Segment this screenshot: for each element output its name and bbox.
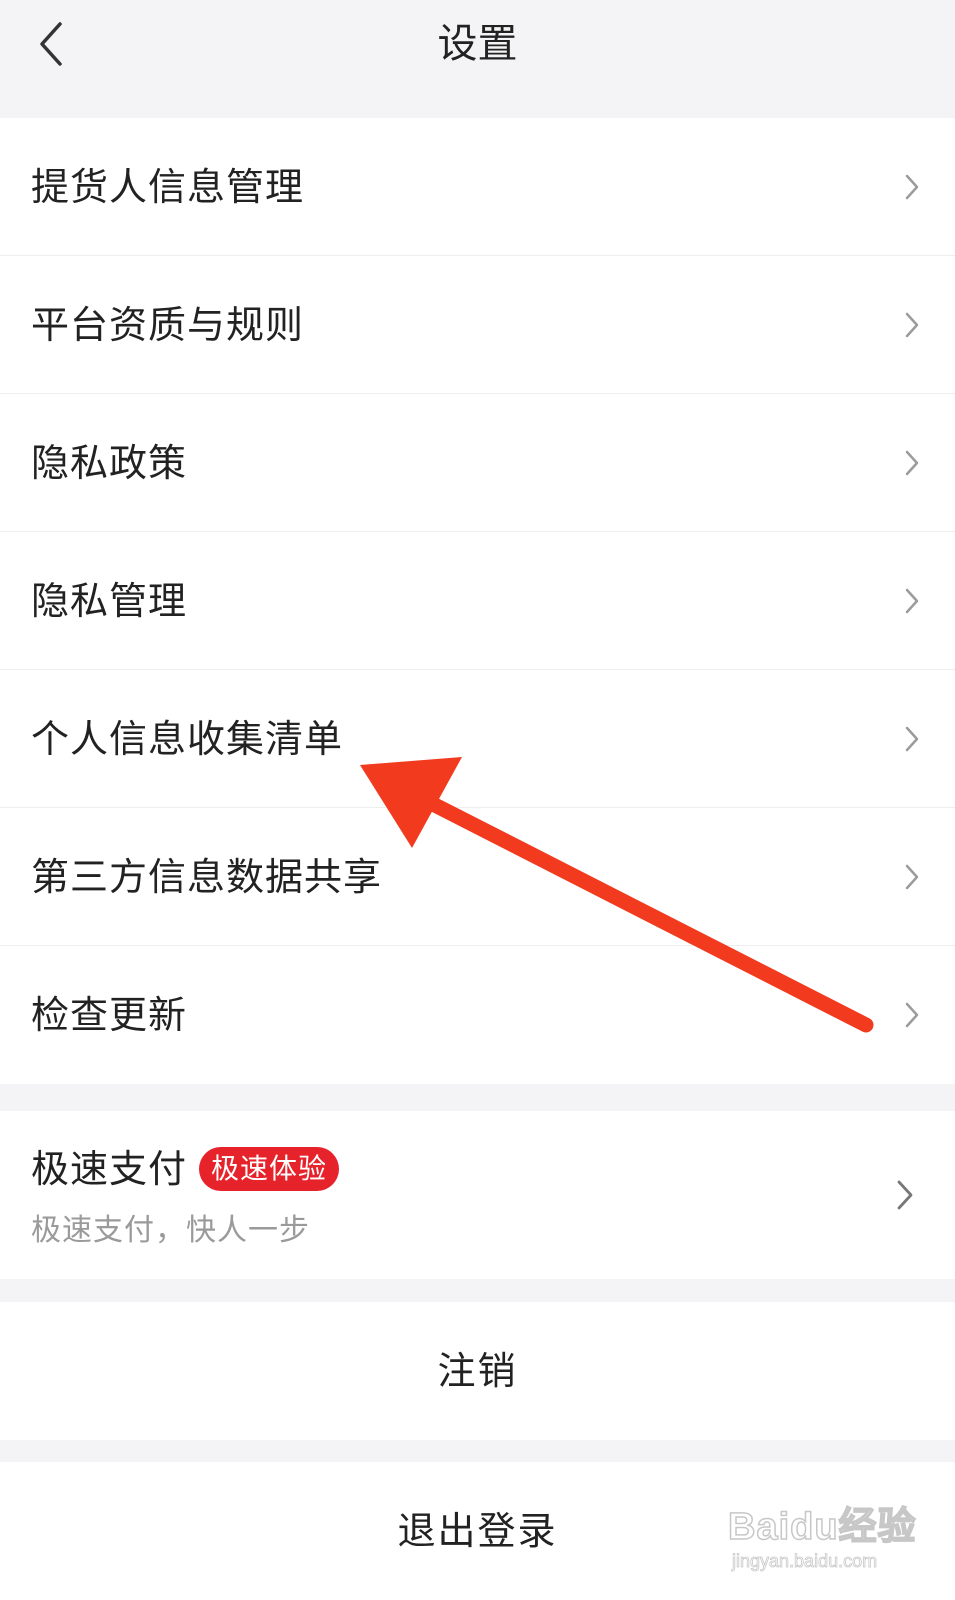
chevron-right-icon xyxy=(905,1002,919,1028)
chevron-right-icon xyxy=(897,1180,913,1210)
chevron-right-icon xyxy=(905,450,919,476)
menu-item-label: 隐私管理 xyxy=(31,579,188,623)
settings-menu: 提货人信息管理 平台资质与规则 隐私政策 隐私管理 个人信息收集清单 第三方信息… xyxy=(0,118,955,1084)
menu-item-privacy-policy[interactable]: 隐私政策 xyxy=(0,394,955,532)
menu-item-platform-rules[interactable]: 平台资质与规则 xyxy=(0,256,955,394)
chevron-right-icon xyxy=(905,726,919,752)
cancel-account-button[interactable]: 注销 xyxy=(0,1302,955,1440)
watermark-logo: Baidu经验 xyxy=(727,1505,917,1549)
settings-page: 设置 提货人信息管理 平台资质与规则 隐私政策 隐私管理 个人信息收集清单 第三… xyxy=(0,0,955,1600)
chevron-right-icon xyxy=(905,864,919,890)
menu-item-privacy-management[interactable]: 隐私管理 xyxy=(0,532,955,670)
fast-pay-item[interactable]: 极速支付 极速体验 极速支付，快人一步 xyxy=(0,1111,955,1279)
header-bar: 设置 xyxy=(0,0,955,118)
fast-pay-badge: 极速体验 xyxy=(199,1147,340,1191)
menu-item-label: 个人信息收集清单 xyxy=(31,717,344,761)
menu-item-pickup-info[interactable]: 提货人信息管理 xyxy=(0,118,955,256)
menu-item-check-update[interactable]: 检查更新 xyxy=(0,946,955,1084)
menu-item-label: 平台资质与规则 xyxy=(31,303,305,347)
menu-item-label: 检查更新 xyxy=(31,993,188,1037)
page-title: 设置 xyxy=(437,21,518,67)
menu-item-label: 第三方信息数据共享 xyxy=(31,855,383,899)
chevron-right-icon xyxy=(905,312,919,338)
chevron-right-icon xyxy=(905,588,919,614)
watermark-url: jingyan.baidu.com xyxy=(732,1551,878,1572)
menu-item-label: 隐私政策 xyxy=(31,441,188,485)
menu-item-label: 提货人信息管理 xyxy=(31,165,305,209)
menu-item-third-party-sharing[interactable]: 第三方信息数据共享 xyxy=(0,808,955,946)
baidu-watermark: Baidu经验 jingyan.baidu.com xyxy=(727,1495,928,1585)
menu-item-personal-info-list[interactable]: 个人信息收集清单 xyxy=(0,670,955,808)
chevron-right-icon xyxy=(905,174,919,200)
fast-pay-title: 极速支付 xyxy=(31,1147,188,1191)
fast-pay-subtitle: 极速支付，快人一步 xyxy=(31,1213,310,1248)
